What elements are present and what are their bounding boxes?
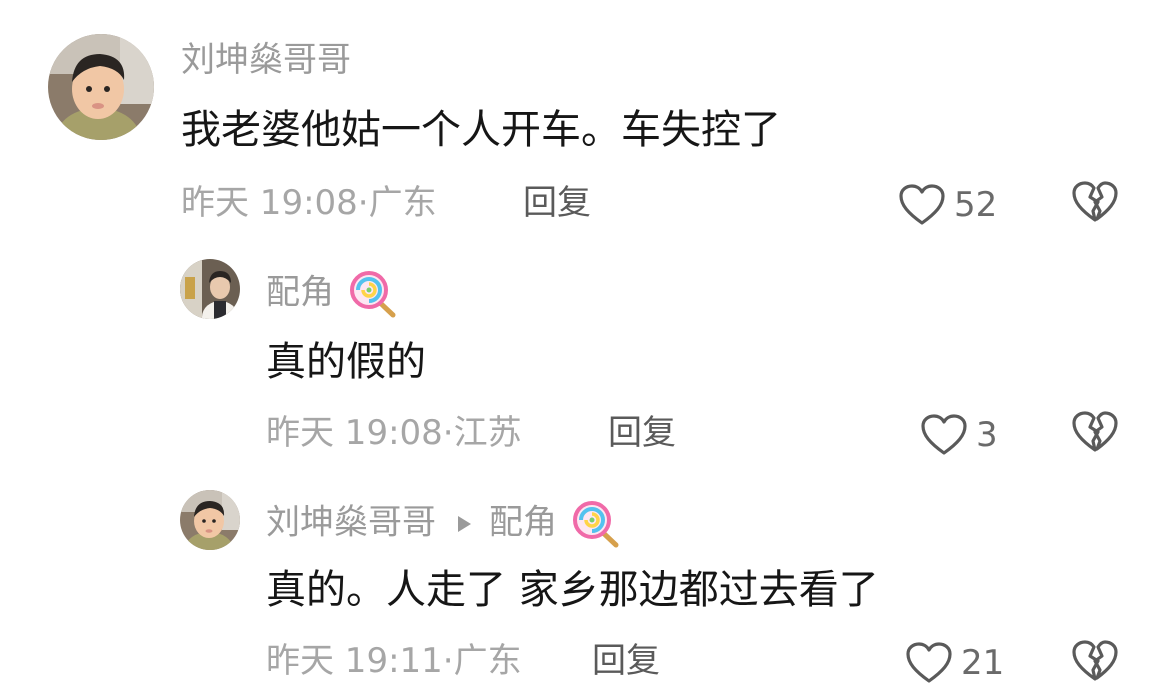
- reply-location: 广东: [453, 641, 522, 681]
- like-count: 21: [961, 643, 1005, 683]
- avatar[interactable]: [48, 34, 154, 140]
- reply-text: 真的假的: [266, 339, 426, 385]
- reply-meta: 昨天 19:11·广东: [266, 641, 522, 681]
- like-button[interactable]: 21: [905, 641, 1004, 685]
- reply-button[interactable]: 回复: [523, 183, 591, 223]
- reply-username-text: 配角: [266, 272, 334, 313]
- reply-to-arrow-icon: [458, 516, 471, 532]
- reply-text: 真的。人走了 家乡那边都过去看了: [266, 567, 879, 613]
- comment-text: 我老婆他姑一个人开车。车失控了: [181, 107, 781, 153]
- meta-separator: ·: [442, 641, 454, 681]
- reply-username-text: 刘坤燊哥哥: [266, 502, 436, 543]
- lollipop-icon: [349, 271, 396, 318]
- broken-heart-icon[interactable]: [1071, 639, 1119, 683]
- comment-time: 昨天 19:08: [181, 183, 358, 223]
- lollipop-icon: [572, 501, 619, 548]
- like-count: 3: [976, 415, 998, 455]
- reply-time: 昨天 19:11: [266, 641, 443, 681]
- reply-time: 昨天 19:08: [266, 413, 443, 453]
- avatar[interactable]: [180, 490, 240, 550]
- avatar[interactable]: [180, 259, 240, 319]
- reply-button[interactable]: 回复: [592, 641, 660, 681]
- comment-meta: 昨天 19:08·广东: [181, 183, 437, 223]
- comment-username[interactable]: 刘坤燊哥哥: [181, 40, 351, 80]
- broken-heart-icon[interactable]: [1071, 410, 1119, 454]
- reply-to-username[interactable]: 配角: [489, 503, 557, 543]
- comment-location: 广东: [368, 183, 437, 223]
- like-button[interactable]: 3: [920, 413, 998, 457]
- like-count: 52: [954, 185, 998, 225]
- reply-button[interactable]: 回复: [608, 413, 676, 453]
- meta-separator: ·: [442, 413, 454, 453]
- reply-username[interactable]: 配角: [266, 270, 399, 318]
- heart-icon: [921, 414, 967, 455]
- reply-username[interactable]: 刘坤燊哥哥 配角: [266, 500, 622, 548]
- reply-meta: 昨天 19:08·江苏: [266, 413, 522, 453]
- reply-location: 江苏: [453, 413, 522, 453]
- heart-icon: [899, 184, 945, 225]
- heart-icon: [906, 642, 952, 683]
- broken-heart-icon[interactable]: [1071, 180, 1119, 224]
- meta-separator: ·: [357, 183, 369, 223]
- like-button[interactable]: 52: [898, 183, 997, 227]
